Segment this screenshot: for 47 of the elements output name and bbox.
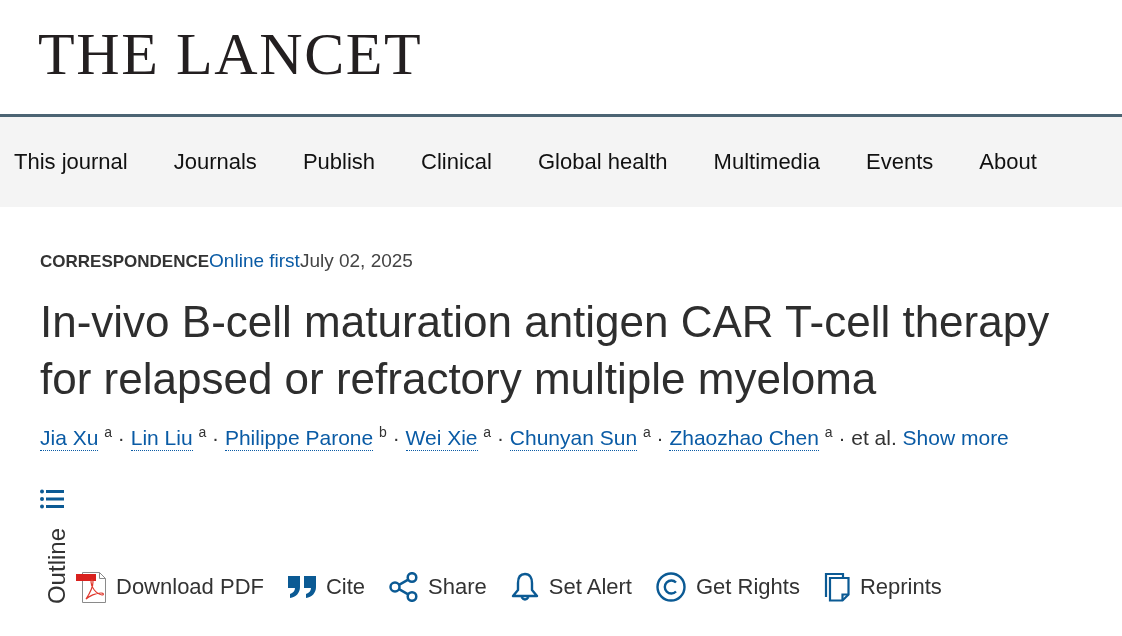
publication-date: July 02, 2025 bbox=[299, 250, 413, 272]
author-link[interactable]: Wei Xie bbox=[405, 426, 478, 451]
pages-icon bbox=[823, 572, 850, 603]
nav-link[interactable]: Publish bbox=[302, 149, 376, 175]
author-separator: · bbox=[656, 426, 664, 449]
share-link[interactable]: Share bbox=[389, 572, 487, 603]
affiliation-mark: a bbox=[198, 424, 207, 440]
author-link[interactable]: Zhaozhao Chen bbox=[669, 426, 819, 451]
author-separator: · bbox=[212, 426, 220, 449]
nav-link[interactable]: This journal bbox=[14, 149, 128, 175]
affiliation-mark: b bbox=[379, 424, 387, 440]
author-separator: · bbox=[392, 426, 400, 449]
affiliation-mark: a bbox=[104, 424, 112, 440]
show-more-link[interactable]: Show more bbox=[902, 426, 1009, 449]
bell-icon bbox=[510, 572, 539, 603]
author-link[interactable]: Jia Xu bbox=[40, 426, 99, 451]
affiliation-mark: a bbox=[824, 424, 833, 440]
nav-link[interactable]: Global health bbox=[537, 149, 668, 175]
nav-link[interactable]: Clinical bbox=[421, 149, 492, 175]
article-type: CORRESPONDENCE bbox=[40, 251, 210, 273]
nav-link[interactable]: Multimedia bbox=[713, 149, 820, 175]
nav-link[interactable]: Events bbox=[866, 149, 934, 175]
download-pdf-link[interactable]: Download PDF bbox=[76, 571, 264, 604]
list-icon bbox=[40, 489, 64, 509]
article-title: In-vivo B-cell maturation antigen CAR T-cell therapy for relapsed or refractory multiple myeloma bbox=[40, 296, 1051, 405]
get-rights-link[interactable]: Get Rights bbox=[655, 572, 800, 603]
nav-link[interactable]: About bbox=[979, 149, 1037, 175]
share-icon bbox=[389, 572, 419, 603]
author-link[interactable]: Lin Liu bbox=[130, 426, 193, 451]
reprints-link[interactable]: Reprints bbox=[823, 572, 942, 603]
nav-link[interactable]: Journals bbox=[173, 149, 257, 175]
author-link[interactable]: Chunyan Sun bbox=[509, 426, 638, 451]
author-separator: · bbox=[117, 426, 125, 449]
et-al-text: et al. bbox=[851, 426, 897, 449]
author-link[interactable]: Philippe Parone bbox=[224, 426, 374, 451]
journal-logo[interactable]: THE LANCET bbox=[38, 19, 423, 89]
copyright-icon bbox=[655, 572, 686, 603]
pdf-file-icon bbox=[76, 571, 106, 604]
quote-icon bbox=[287, 576, 316, 599]
set-alert-link[interactable]: Set Alert bbox=[510, 572, 632, 603]
outline-button[interactable]: Outline bbox=[40, 489, 68, 605]
author-separator: · bbox=[497, 426, 504, 449]
cite-link[interactable]: Cite bbox=[287, 574, 366, 601]
affiliation-mark: a bbox=[483, 424, 492, 440]
author-separator: · bbox=[838, 426, 846, 449]
online-first-link[interactable]: Online first bbox=[209, 250, 300, 272]
affiliation-mark: a bbox=[642, 424, 651, 440]
